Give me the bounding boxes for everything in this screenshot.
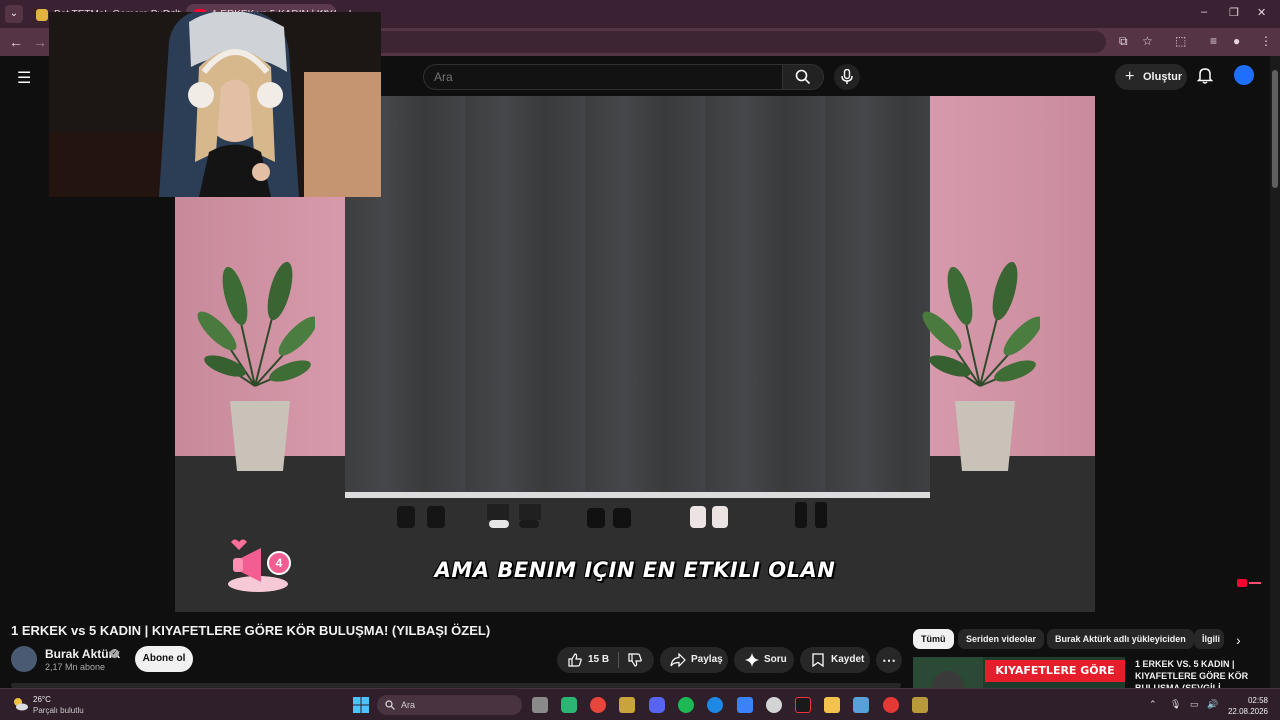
subscriber-count: 2,17 Mn abone xyxy=(45,662,106,672)
save-button[interactable]: Kaydet xyxy=(800,647,870,673)
tray-chevron-icon[interactable]: ⌃ xyxy=(1149,699,1157,710)
app-icon[interactable] xyxy=(853,697,869,713)
partly-cloudy-icon[interactable] xyxy=(12,697,28,711)
search-icon xyxy=(795,69,811,85)
maximize-button[interactable]: ❐ xyxy=(1229,6,1239,19)
search-button[interactable] xyxy=(782,64,824,90)
minimize-button[interactable]: – xyxy=(1201,6,1207,18)
video-scene-curtain xyxy=(345,96,930,496)
chip-uploader[interactable]: Burak Aktürk adlı yükleyiciden xyxy=(1047,629,1194,649)
search-box[interactable] xyxy=(423,64,783,90)
create-label: Oluştur xyxy=(1143,71,1183,83)
taskbar-search-placeholder: Ara xyxy=(401,700,416,710)
video-title: 1 ERKEK vs 5 KADIN | KIYAFETLERE GÖRE KÖ… xyxy=(11,623,491,638)
network-icon[interactable]: ▭ xyxy=(1190,699,1199,710)
notifications-bell-icon[interactable] xyxy=(1197,66,1213,84)
related-thumbnail-person xyxy=(913,657,983,689)
video-scene-curtain-rod xyxy=(345,492,930,498)
create-button[interactable]: + Oluştur xyxy=(1115,64,1187,90)
sparkle-icon xyxy=(745,653,759,667)
app-icon[interactable] xyxy=(912,697,928,713)
app-icon[interactable] xyxy=(883,697,899,713)
bookmark-star-icon[interactable]: ☆ xyxy=(1142,34,1153,48)
plant-image xyxy=(197,261,315,471)
more-actions-button[interactable]: ⋯ xyxy=(876,647,902,673)
ask-button[interactable]: Soru xyxy=(734,647,794,673)
related-video-thumbnail[interactable]: KIYAFETLERE GÖRE DATE xyxy=(913,657,1125,689)
clock-date: 22.08.2026 xyxy=(1227,707,1268,716)
browser-menu-icon[interactable]: ⋮ xyxy=(1260,34,1272,48)
menu-icon[interactable]: ☰ xyxy=(17,68,31,88)
app-icon[interactable] xyxy=(795,697,811,713)
app-icon[interactable] xyxy=(619,697,635,713)
tab-search-button[interactable]: ⌄ xyxy=(5,5,23,23)
cast-icon[interactable]: ⧉ xyxy=(1119,34,1128,49)
like-divider xyxy=(618,652,619,668)
account-avatar[interactable] xyxy=(1234,65,1254,85)
channel-avatar[interactable] xyxy=(11,646,37,672)
plant-image xyxy=(922,261,1040,471)
system-clock[interactable]: 02:58 22.08.2026 xyxy=(1228,695,1268,717)
clock-time: 02:58 xyxy=(1247,696,1268,705)
media-control-icon[interactable]: ≡ xyxy=(1210,34,1217,48)
youtube-mini-logo-icon xyxy=(1237,579,1261,587)
extensions-icon[interactable]: ⬚ xyxy=(1175,34,1186,48)
channel-name[interactable]: Burak Aktürk xyxy=(45,647,120,661)
chip-series[interactable]: Seriden videolar xyxy=(958,629,1045,649)
close-window-button[interactable]: ✕ xyxy=(1257,6,1266,19)
windows-start-icon[interactable] xyxy=(353,697,369,713)
webcam-overlay xyxy=(49,12,381,197)
microphone-icon xyxy=(841,69,853,84)
shoes-image xyxy=(795,502,827,528)
video-subtitle: AMA BENIM IÇIN EN ETKILI OLAN xyxy=(434,558,836,582)
tab-favicon-icon xyxy=(36,9,48,21)
profile-icon[interactable]: ● xyxy=(1233,34,1240,48)
shoes-image xyxy=(690,506,728,528)
volume-icon[interactable]: 🔊 xyxy=(1207,699,1218,710)
spotify-icon[interactable] xyxy=(678,697,694,713)
bookmark-icon xyxy=(812,653,824,667)
back-arrow-icon[interactable]: ← xyxy=(9,34,23,50)
share-arrow-icon xyxy=(670,653,686,667)
search-input[interactable] xyxy=(434,70,764,84)
shoes-image xyxy=(487,504,541,528)
share-button[interactable]: Paylaş xyxy=(660,647,728,673)
chevron-right-icon[interactable]: › xyxy=(1236,632,1241,648)
save-label: Kaydet xyxy=(831,654,865,665)
app-icon[interactable] xyxy=(561,697,577,713)
related-thumbnail-caption: KIYAFETLERE GÖRE DATE xyxy=(985,660,1125,689)
thumbs-down-icon[interactable] xyxy=(628,653,642,667)
like-count[interactable]: 15 B xyxy=(588,647,609,673)
voice-search-button[interactable] xyxy=(834,64,860,90)
thumbs-up-icon[interactable] xyxy=(568,653,582,667)
ask-label: Soru xyxy=(764,654,787,665)
plus-icon: + xyxy=(1125,68,1135,85)
chip-all[interactable]: Tümü xyxy=(913,629,954,649)
microphone-tray-icon[interactable]: 🎙 xyxy=(1170,699,1181,710)
share-label: Paylaş xyxy=(691,654,723,665)
chrome-icon[interactable] xyxy=(590,697,606,713)
windows-taskbar: 26°C Parçalı bulutlu Ara ⌃ 🎙 ▭ 🔊 02:58 2… xyxy=(0,688,1280,720)
task-view-icon[interactable] xyxy=(532,697,548,713)
store-icon[interactable] xyxy=(737,697,753,713)
file-explorer-icon[interactable] xyxy=(824,697,840,713)
scrollbar-thumb[interactable] xyxy=(1272,70,1278,188)
like-dislike-group: 15 B xyxy=(557,647,654,673)
verified-check-icon: ✓ xyxy=(110,649,119,658)
search-icon xyxy=(385,700,395,710)
weather-condition[interactable]: Parçalı bulutlu xyxy=(33,706,84,715)
taskbar-search[interactable]: Ara xyxy=(377,695,522,715)
weather-temperature[interactable]: 26°C xyxy=(33,695,51,704)
shoes-image xyxy=(587,508,631,528)
shoes-image xyxy=(397,506,445,528)
related-video-title[interactable]: 1 ERKEK VS. 5 KADIN | KIYAFETLERE GÖRE K… xyxy=(1135,658,1255,688)
forward-arrow-icon[interactable]: → xyxy=(33,34,47,50)
discord-icon[interactable] xyxy=(649,697,665,713)
subscribe-button[interactable]: Abone ol xyxy=(135,646,193,672)
edge-icon[interactable] xyxy=(707,697,723,713)
chatgpt-icon[interactable] xyxy=(766,697,782,713)
chip-related[interactable]: İlgili xyxy=(1194,629,1224,649)
